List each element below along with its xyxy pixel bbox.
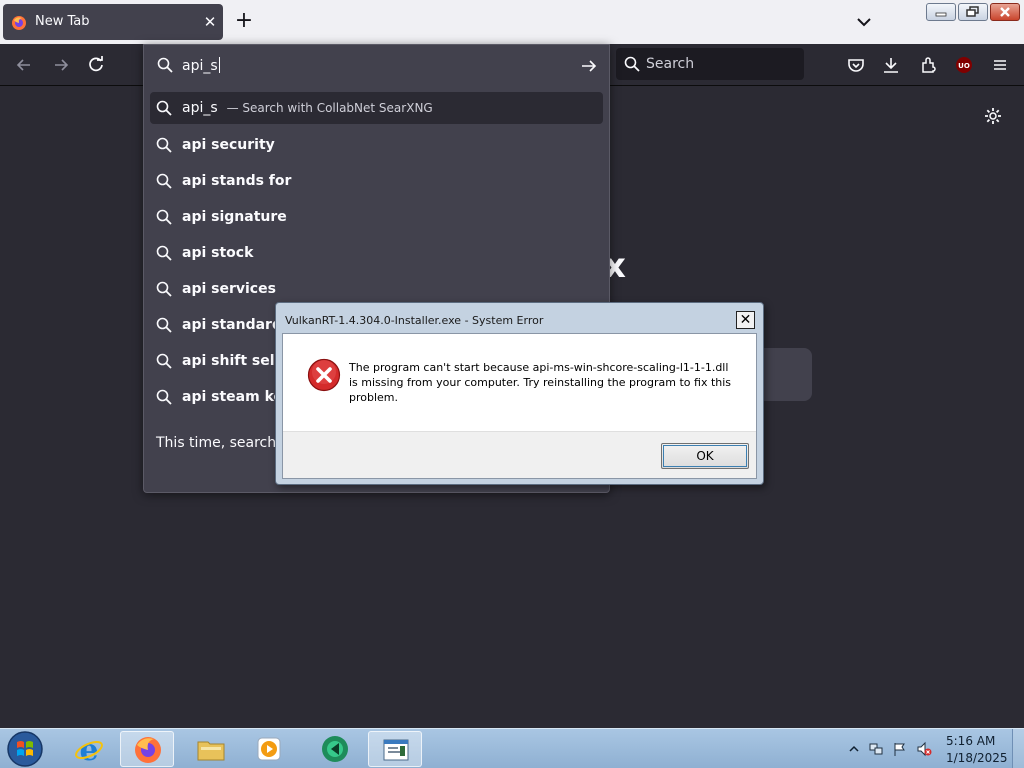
system-tray: 5:16 AM 1/18/2025 (842, 729, 1024, 768)
suggestion-label: api stock (182, 245, 254, 261)
search-icon (624, 56, 640, 72)
close-icon (1000, 7, 1010, 17)
dialog-body: The program can't start because api-ms-w… (282, 333, 757, 479)
search-icon (156, 209, 172, 225)
tab-new-tab[interactable]: New Tab ✕ (3, 4, 223, 40)
urlbar-text[interactable]: api_s (182, 57, 220, 74)
result-action: — Search with CollabNet SearXNG (226, 101, 433, 115)
text-caret (218, 57, 220, 73)
taskbar-installer-window[interactable] (368, 731, 422, 767)
search-bar[interactable]: Search (616, 48, 804, 80)
search-icon (157, 57, 173, 73)
search-placeholder: Search (646, 56, 695, 72)
dialog-message: The program can't start because api-ms-w… (349, 361, 732, 404)
window-close-button[interactable] (990, 3, 1020, 21)
search-icon (156, 353, 172, 369)
tab-close-button[interactable]: ✕ (201, 13, 219, 31)
list-all-tabs-icon[interactable] (852, 12, 876, 32)
dialog-title: VulkanRT-1.4.304.0-Installer.exe - Syste… (285, 314, 544, 327)
taskbar-internet-explorer[interactable]: e (62, 731, 116, 767)
pocket-icon[interactable] (846, 55, 866, 75)
system-error-dialog: VulkanRT-1.4.304.0-Installer.exe - Syste… (275, 302, 764, 485)
minimize-icon (935, 12, 947, 17)
tab-title: New Tab (35, 14, 90, 29)
internet-explorer-icon: e (75, 733, 103, 765)
suggestion-label: api signature (182, 209, 287, 225)
clock-date[interactable]: 1/18/2025 (946, 751, 1008, 765)
suggestion-label: api stands for (182, 173, 292, 189)
svg-text:UO: UO (958, 62, 970, 70)
clock-time[interactable]: 5:16 AM (946, 734, 995, 748)
dialog-close-button[interactable]: ✕ (736, 311, 755, 329)
new-tab-button[interactable]: + (232, 10, 256, 34)
app-icon (322, 736, 348, 762)
gear-icon[interactable] (984, 107, 1002, 125)
dialog-footer: OK (283, 431, 756, 478)
action-center-flag-icon[interactable] (892, 741, 908, 757)
network-icon[interactable] (868, 741, 884, 757)
result-query: api_s (182, 100, 218, 116)
forward-icon[interactable] (51, 55, 71, 75)
windows-start-icon[interactable] (4, 730, 46, 768)
extensions-icon[interactable] (918, 55, 938, 75)
reload-icon[interactable] (86, 55, 106, 75)
show-hidden-icons-icon[interactable] (846, 741, 862, 757)
menu-icon[interactable] (990, 55, 1010, 75)
search-icon (156, 173, 172, 189)
list-item[interactable]: api stock (150, 236, 603, 272)
go-arrow-icon[interactable] (580, 57, 598, 75)
taskbar-firefox[interactable] (120, 731, 174, 767)
ublock-origin-icon[interactable]: UO (954, 55, 974, 75)
window-icon (383, 739, 409, 761)
result-label: api_s — Search with CollabNet SearXNG (182, 100, 433, 116)
search-icon (156, 281, 172, 297)
downloads-icon[interactable] (881, 55, 901, 75)
back-icon[interactable] (14, 55, 34, 75)
firefox-icon (135, 737, 161, 763)
volume-muted-icon[interactable] (916, 741, 932, 757)
ok-button[interactable]: OK (661, 443, 749, 469)
media-player-icon (257, 737, 281, 761)
taskbar-media-player[interactable] (242, 731, 296, 767)
restore-icon (966, 6, 979, 17)
firefox-icon (12, 16, 26, 30)
search-icon (156, 317, 172, 333)
search-icon (156, 389, 172, 405)
result-search-engine[interactable]: api_s — Search with CollabNet SearXNG (150, 92, 603, 124)
folder-icon (197, 741, 225, 761)
error-icon (307, 358, 341, 392)
show-desktop-button[interactable] (1012, 729, 1024, 768)
tab-strip: New Tab ✕ + (0, 0, 1024, 44)
window-minimize-button[interactable] (926, 3, 956, 21)
urlbar-input[interactable]: api_s (144, 45, 609, 87)
suggestion-label: api security (182, 137, 275, 153)
search-icon (156, 137, 172, 153)
urlbar-value: api_s (182, 58, 218, 74)
list-item[interactable]: api stands for (150, 164, 603, 200)
svg-text:e: e (79, 733, 98, 765)
list-item[interactable]: api signature (150, 200, 603, 236)
suggestion-label: api services (182, 281, 276, 297)
list-item[interactable]: api security (150, 128, 603, 164)
taskbar-app[interactable] (308, 731, 362, 767)
taskbar-file-explorer[interactable] (184, 731, 238, 767)
taskbar: e 5:16 AM 1/18/2025 (0, 728, 1024, 768)
window-restore-button[interactable] (958, 3, 988, 21)
search-icon (156, 245, 172, 261)
search-icon (156, 100, 172, 116)
